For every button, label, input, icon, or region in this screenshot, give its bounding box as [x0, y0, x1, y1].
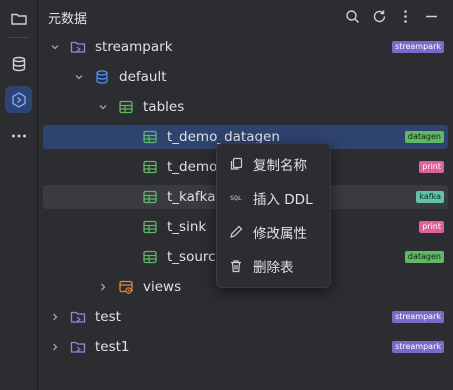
menu-item-label: 删除表 [253, 260, 294, 276]
chevron-right-icon[interactable] [50, 342, 60, 352]
panel-header: 元数据 [38, 0, 453, 34]
catalog-folder-icon [70, 39, 86, 55]
tree-row-tables-group[interactable]: tables [43, 95, 448, 119]
menu-item-label: 插入 DDL [253, 192, 313, 208]
view-icon [118, 279, 134, 295]
context-menu: 复制名称 SQL 插入 DDL 修改属性 删除表 [216, 143, 331, 288]
menu-item-label: 复制名称 [253, 158, 307, 174]
catalog-folder-icon [70, 339, 86, 355]
rail-divider [8, 37, 29, 38]
minimize-icon[interactable] [423, 8, 439, 24]
table-icon [142, 159, 158, 175]
refresh-icon[interactable] [371, 8, 387, 24]
menu-item-label: 修改属性 [253, 226, 307, 242]
table-icon [142, 219, 158, 235]
sql-icon: SQL [230, 194, 242, 202]
table-icon [142, 249, 158, 265]
catalog-tag: streampark [392, 341, 444, 353]
tree-label: test [95, 309, 121, 325]
menu-item-edit-properties[interactable]: 修改属性 [217, 217, 330, 247]
tree-row-catalog[interactable]: streampark streampark [43, 35, 448, 59]
chevron-down-icon[interactable] [98, 102, 108, 112]
database-icon [94, 69, 110, 85]
connector-tag: kafka [416, 191, 444, 203]
tree-label: test1 [95, 339, 130, 355]
table-icon [142, 129, 158, 145]
tree-label: views [143, 279, 182, 295]
tree-label: t_kafka [167, 189, 216, 205]
edit-icon [228, 224, 244, 240]
folder-icon[interactable] [5, 5, 32, 32]
catalog-tag: streampark [392, 311, 444, 323]
connector-tag: datagen [404, 251, 444, 263]
tree-row-catalog[interactable]: test streampark [43, 305, 448, 329]
connector-tag: datagen [404, 131, 444, 143]
tree-label: streampark [95, 39, 173, 55]
connector-tag: print [419, 161, 444, 173]
copy-icon [228, 156, 244, 172]
kebab-menu-icon[interactable] [397, 8, 413, 24]
chevron-down-icon[interactable] [74, 72, 84, 82]
catalog-tag: streampark [392, 41, 444, 53]
tool-rail [0, 0, 38, 390]
more-icon[interactable] [5, 122, 32, 149]
menu-item-insert-ddl[interactable]: SQL 插入 DDL [217, 183, 330, 213]
tree-label: default [119, 69, 167, 85]
tree-label: tables [143, 99, 185, 115]
chevron-right-icon[interactable] [98, 282, 108, 292]
catalog-folder-icon [70, 309, 86, 325]
search-icon[interactable] [344, 8, 360, 24]
database-icon[interactable] [5, 50, 32, 77]
connector-tag: print [419, 221, 444, 233]
chevron-right-icon[interactable] [50, 312, 60, 322]
metadata-icon[interactable] [5, 86, 32, 113]
tree-label: t_sink [167, 219, 207, 235]
menu-item-copy-name[interactable]: 复制名称 [217, 149, 330, 179]
table-icon [118, 99, 134, 115]
tree-row-database[interactable]: default [43, 65, 448, 89]
panel-title: 元数据 [48, 12, 88, 27]
trash-icon [228, 258, 244, 274]
table-icon [142, 189, 158, 205]
menu-item-delete-table[interactable]: 删除表 [217, 251, 330, 281]
chevron-down-icon[interactable] [50, 42, 60, 52]
tree-row-catalog[interactable]: test1 streampark [43, 335, 448, 359]
